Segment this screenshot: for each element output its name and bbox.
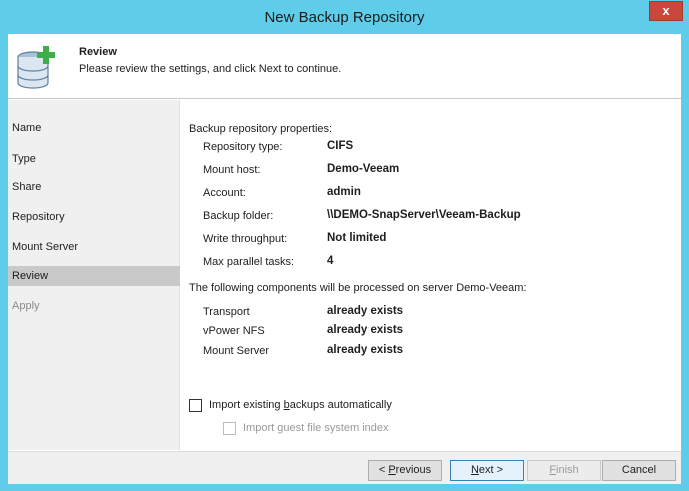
property-value: CIFS <box>327 140 354 152</box>
import-index-label: Import guest file system index <box>243 422 389 434</box>
dialog-client-area: Review Please review the settings, and c… <box>8 34 681 484</box>
component-name: Mount Server <box>203 345 270 357</box>
property-label: Backup folder: <box>203 210 274 222</box>
page-subtitle: Please review the settings, and click Ne… <box>79 63 342 75</box>
step-review[interactable]: Review <box>8 266 180 286</box>
step-apply: Apply <box>12 300 40 312</box>
import-index-checkbox <box>223 422 236 435</box>
property-label: Write throughput: <box>203 233 288 245</box>
component-name: Transport <box>203 306 250 318</box>
step-repository[interactable]: Repository <box>8 207 180 227</box>
close-button[interactable]: x <box>649 1 683 21</box>
finish-button: Finish <box>527 460 601 481</box>
close-icon: x <box>662 3 670 18</box>
import-backups-checkbox[interactable] <box>189 399 202 412</box>
review-content: Backup repository properties: Repository… <box>181 100 681 450</box>
database-add-icon <box>17 46 55 89</box>
previous-button[interactable]: < Previous <box>368 460 442 481</box>
properties-heading: Backup repository properties: <box>189 123 333 135</box>
step-share[interactable]: Share <box>8 177 180 197</box>
component-name: vPower NFS <box>203 325 265 337</box>
property-value: 4 <box>327 255 334 267</box>
property-value: admin <box>327 186 361 198</box>
component-status: already exists <box>327 305 404 317</box>
property-value: Not limited <box>327 232 387 244</box>
next-button[interactable]: Next > <box>450 460 524 481</box>
cancel-button[interactable]: Cancel <box>602 460 676 481</box>
components-heading: The following components will be process… <box>189 282 527 294</box>
wizard-footer: < Previous Next > Finish Cancel <box>8 451 681 484</box>
property-label: Repository type: <box>203 141 283 153</box>
component-status: already exists <box>327 344 404 356</box>
property-value: \\DEMO-SnapServer\Veeam-Backup <box>327 209 521 221</box>
component-status: already exists <box>327 324 404 336</box>
wizard-header: Review Please review the settings, and c… <box>8 34 681 99</box>
step-name[interactable]: Name <box>8 118 180 138</box>
page-title: Review <box>79 46 117 58</box>
step-mount-server[interactable]: Mount Server <box>8 237 180 257</box>
import-backups-label[interactable]: Import existing backups automatically <box>209 399 392 411</box>
window-title: New Backup Repository <box>264 9 425 26</box>
wizard-steps-sidebar: Name Type Share Repository Mount Server … <box>8 100 180 450</box>
property-label: Mount host: <box>203 164 261 176</box>
title-bar: New Backup Repository x <box>0 0 689 34</box>
step-type[interactable]: Type <box>8 148 180 171</box>
property-label: Max parallel tasks: <box>203 256 295 268</box>
property-value: Demo-Veeam <box>327 163 400 175</box>
property-label: Account: <box>203 187 246 199</box>
dialog-window: New Backup Repository x Review Please re… <box>0 0 689 491</box>
